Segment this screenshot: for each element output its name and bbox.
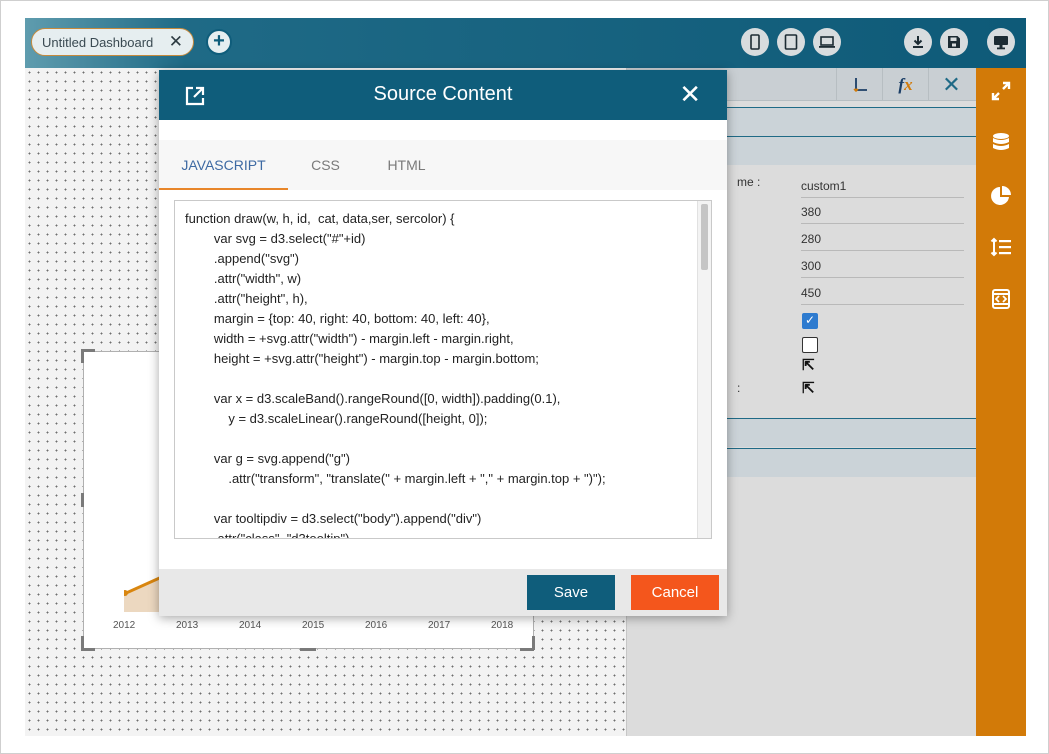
code-editor[interactable]: function draw(w, h, id, cat, data,ser, s… [174,200,712,539]
axis-settings-button[interactable] [836,68,882,101]
sort-button[interactable] [988,234,1014,260]
mobile-view-button[interactable] [741,28,769,56]
scrollbar-thumb[interactable] [701,204,708,270]
download-button[interactable] [904,28,932,56]
code-line: .attr("class", "d3tooltip") [185,531,350,539]
code-text: function draw(w, h, id, cat, data,ser, s… [185,211,695,539]
code-line: y = d3.scaleLinear().rangeRound([height,… [185,411,488,426]
preview-button[interactable] [987,28,1015,56]
property-label: : [737,381,741,395]
function-icon: fx [898,74,913,94]
code-line: function draw(w, h, id, cat, data,ser, s… [185,211,455,226]
tablet-icon [784,34,798,50]
property-value-x[interactable]: 300 [801,259,964,278]
function-button[interactable]: fx [882,68,928,101]
code-icon [992,289,1010,309]
code-line: var svg = d3.select("#"+id) [185,231,366,246]
x-tick-label: 2015 [302,620,325,631]
close-icon[interactable]: ✕ [679,80,701,108]
close-panel-button[interactable]: ✕ [928,68,974,101]
dashboard-tab-title: Untitled Dashboard [42,34,154,50]
floppy-disk-icon [948,36,960,48]
code-line: .attr("transform", "translate(" + margin… [185,471,606,486]
code-line: .attr("height", h), [185,291,308,306]
tab-css[interactable]: CSS [294,140,357,190]
save-button[interactable]: Save [527,575,615,610]
expand-icon [991,81,1011,101]
dashboard-tab[interactable]: Untitled Dashboard ✕ [31,28,194,56]
database-icon [993,133,1009,150]
property-value-width[interactable]: 380 [801,205,964,224]
source-content-dialog: Source Content ✕ JAVASCRIPT CSS HTML fun… [159,70,727,616]
tab-html[interactable]: HTML [374,140,439,190]
source-code-button[interactable] [988,286,1014,312]
database-button[interactable] [988,130,1014,156]
resize-handle[interactable] [532,636,535,650]
resize-handle[interactable] [81,349,84,363]
x-tick-label: 2016 [365,620,388,631]
resize-handle[interactable] [81,493,84,507]
tab-javascript[interactable]: JAVASCRIPT [159,140,288,190]
property-value-y[interactable]: 450 [801,286,964,305]
code-line: width = +svg.attr("width") - margin.left… [185,331,514,346]
property-value-height[interactable]: 280 [801,232,964,251]
laptop-icon [819,36,835,48]
download-icon [913,36,923,48]
pie-chart-icon [991,186,1011,205]
add-dashboard-button[interactable]: + [206,29,232,55]
external-link-icon[interactable]: ⇱ [802,379,815,397]
code-line: var tooltipdiv = d3.select("body").appen… [185,511,482,526]
property-label: me : [737,175,761,189]
mobile-icon [750,34,760,50]
property-value-name[interactable]: custom1 [801,179,964,198]
tablet-view-button[interactable] [777,28,805,56]
code-line: .append("svg") [185,251,300,266]
window-frame: Untitled Dashboard ✕ + 2012 2013 2014 20… [0,0,1049,754]
dialog-header: Source Content ✕ [159,70,727,120]
axis-icon [852,77,867,92]
code-line: var x = d3.scaleBand().rangeRound([0, wi… [185,391,561,406]
x-tick-label: 2017 [428,620,451,631]
code-line: height = +svg.attr("height") - margin.to… [185,351,539,366]
resize-handle[interactable] [81,648,95,651]
sort-lines-icon [990,237,1011,257]
pie-chart-button[interactable] [988,183,1014,209]
top-toolbar: Untitled Dashboard ✕ + [25,18,1026,68]
x-tick-label: 2014 [239,620,262,631]
editor-scrollbar[interactable] [697,201,711,538]
x-tick-label: 2018 [491,620,514,631]
code-line: var g = svg.append("g") [185,451,350,466]
checkbox-unchecked[interactable] [802,337,818,353]
dialog-title: Source Content [373,83,513,105]
laptop-view-button[interactable] [813,28,841,56]
expand-button[interactable] [988,78,1014,104]
resize-handle[interactable] [300,648,316,651]
x-tick-label: 2012 [113,620,136,631]
save-dashboard-button[interactable] [940,28,968,56]
code-line: .attr("width", w) [185,271,302,286]
cancel-button[interactable]: Cancel [631,575,719,610]
code-line: margin = {top: 40, right: 40, bottom: 40… [185,311,490,326]
x-tick-label: 2013 [176,620,199,631]
external-link-icon[interactable]: ⇱ [802,356,815,374]
close-tab-icon[interactable]: ✕ [169,32,183,52]
checkbox-checked[interactable]: ✓ [802,313,818,329]
close-icon: ✕ [942,71,961,97]
monitor-icon [994,35,1008,49]
source-tabs: JAVASCRIPT CSS HTML [159,140,727,190]
right-sidebar [976,68,1026,736]
dialog-footer: Save Cancel [159,569,727,616]
